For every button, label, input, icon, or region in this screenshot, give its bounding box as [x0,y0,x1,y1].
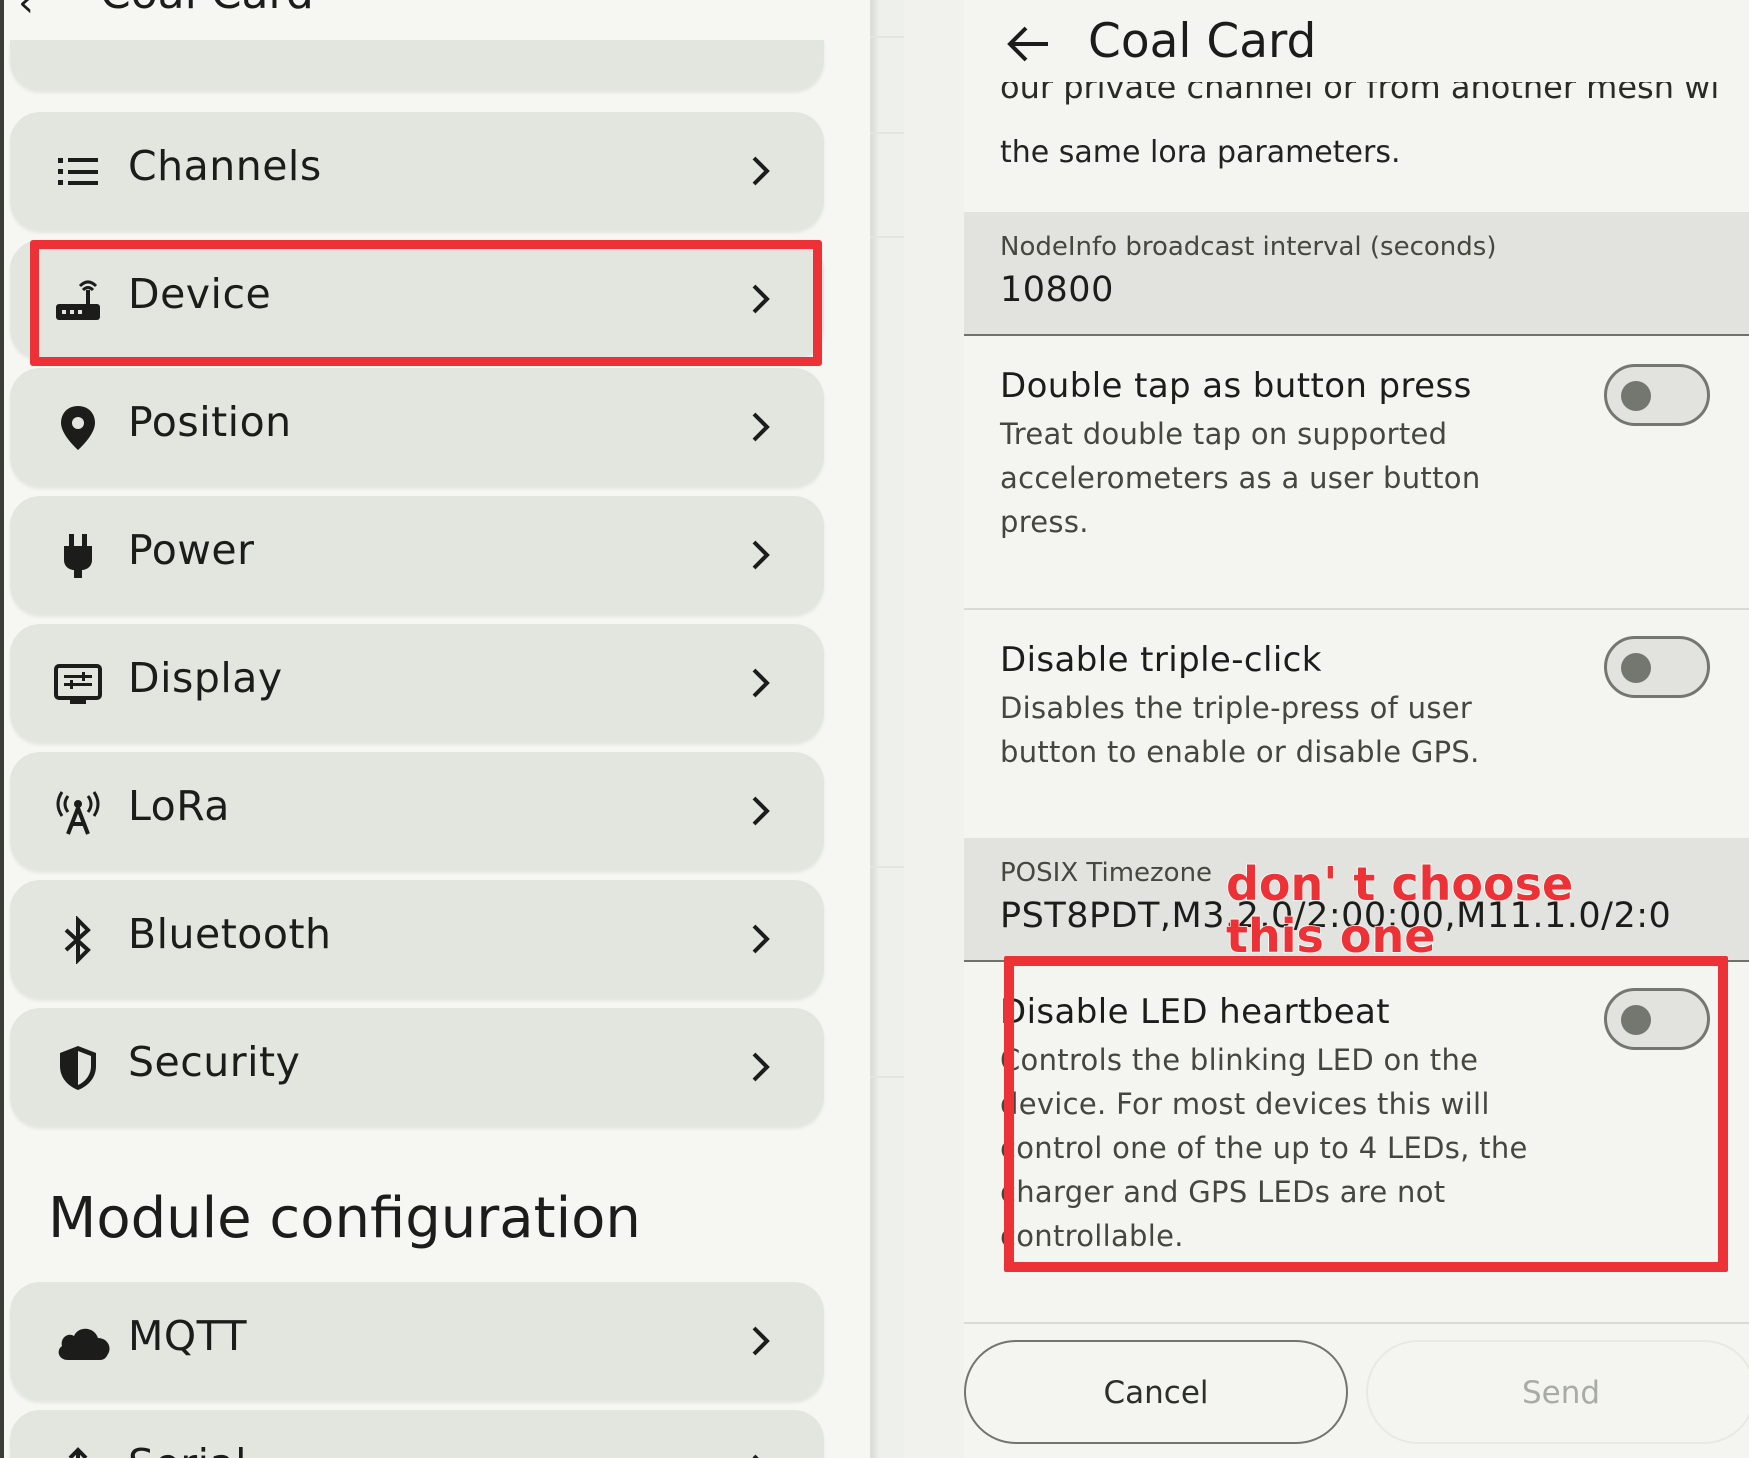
chevron-right-icon [752,796,770,826]
cloud-icon [58,1328,110,1360]
chevron-right-icon [752,1326,770,1356]
divider-line [871,236,905,238]
back-arrow-icon-cut[interactable]: ‹ [18,0,34,26]
antenna-icon [56,791,100,835]
triple-click-setting: Disable triple-click Disables the triple… [964,610,1749,836]
settings-item-label: Security [128,1038,301,1086]
send-button[interactable]: Send [1366,1340,1749,1444]
settings-item-label: Bluetooth [128,910,332,958]
field-label: NodeInfo broadcast interval (seconds) [1000,232,1497,262]
window-edge [0,0,4,1458]
settings-item-label: Power [128,526,255,574]
settings-item-mqtt[interactable]: MQTT [10,1282,824,1400]
chevron-right-icon [752,668,770,698]
divider-line [871,866,905,868]
settings-item-channels[interactable]: Channels [10,112,824,230]
chevron-right-icon [752,156,770,186]
settings-item-serial[interactable]: Serial [10,1410,824,1458]
settings-item-security[interactable]: Security [10,1008,824,1126]
settings-item-label: Channels [128,142,322,190]
card-stub [10,40,824,90]
panel-divider [870,0,905,1458]
settings-item-label: Display [128,654,283,702]
back-arrow-icon[interactable] [1004,22,1052,66]
dialog-gutter [904,0,964,1458]
settings-item-label: Serial [128,1440,247,1458]
toggle-knob [1621,653,1651,683]
settings-item-power[interactable]: Power [10,496,824,614]
power-plug-icon [64,534,92,578]
settings-item-bluetooth[interactable]: Bluetooth [10,880,824,998]
description-cut-text: our private channel or from another mesh… [1000,82,1720,106]
chevron-right-icon [752,412,770,442]
display-icon [54,664,102,704]
serial-icon [68,1447,88,1458]
settings-item-position[interactable]: Position [10,368,824,486]
settings-item-label: Position [128,398,292,446]
description-cut-line: our private channel or from another mesh… [1000,82,1720,122]
toggle-knob [1621,381,1651,411]
settings-list-panel: ‹ Coal Card Channels Device Position [0,0,870,1458]
description-text: the same lora parameters. [1000,135,1401,170]
settings-item-label: MQTT [128,1312,248,1360]
chevron-right-icon [752,540,770,570]
divider-line [871,132,905,134]
setting-title: Double tap as button press [1000,366,1472,406]
setting-title: Disable triple-click [1000,640,1322,680]
divider-line [871,1076,905,1078]
bluetooth-icon [64,916,91,964]
settings-item-display[interactable]: Display [10,624,824,742]
triple-click-toggle[interactable] [1604,636,1710,698]
settings-item-label: LoRa [128,782,230,830]
location-pin-icon [61,406,95,450]
highlight-box-device [30,240,822,366]
divider-line [871,36,905,38]
divider-shadow [871,0,879,1458]
divider [964,1322,1749,1324]
cancel-button[interactable]: Cancel [964,1340,1348,1444]
chevron-right-icon [752,1454,759,1458]
field-value: 10800 [1000,270,1114,310]
nodeinfo-interval-field[interactable]: NodeInfo broadcast interval (seconds) 10… [964,212,1749,336]
chevron-right-icon [752,1052,770,1082]
double-tap-toggle[interactable] [1604,364,1710,426]
settings-item-lora[interactable]: LoRa [10,752,824,870]
page-title-cut: Coal Card [100,0,314,19]
dialog-title: Coal Card [1088,14,1317,69]
annotation-text: don' t choose this one [1225,857,1574,963]
chevron-right-icon [752,924,770,954]
shield-icon [60,1046,96,1090]
double-tap-setting: Double tap as button press Treat double … [964,336,1749,606]
annotation-highlight-box [1004,956,1728,1272]
setting-description: Disables the triple-press of user button… [1000,691,1480,769]
list-icon [58,158,98,185]
setting-description: Treat double tap on supported accelerome… [1000,417,1481,539]
section-heading: Module configuration [48,1186,641,1251]
field-label: POSIX Timezone [1000,858,1213,888]
